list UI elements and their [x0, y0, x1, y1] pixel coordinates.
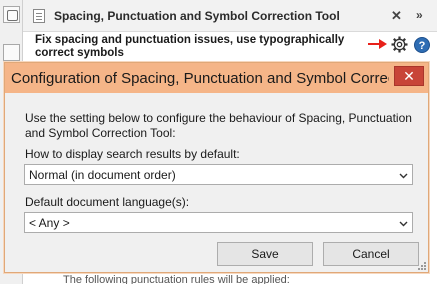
- chevron-down-icon: [399, 221, 408, 227]
- display-results-select[interactable]: Normal (in document order): [24, 164, 413, 185]
- panel-footer: The following punctuation rules will be …: [23, 272, 437, 284]
- document-language-label: Default document language(s):: [25, 195, 190, 209]
- dialog-description: Use the setting below to configure the b…: [25, 111, 412, 140]
- close-button[interactable]: ✕: [394, 66, 424, 86]
- panel-toggle-icon[interactable]: [3, 6, 20, 23]
- resize-grip-icon[interactable]: [418, 262, 426, 270]
- display-results-value: Normal (in document order): [29, 168, 176, 182]
- panel-title: Spacing, Punctuation and Symbol Correcti…: [54, 9, 340, 23]
- gear-icon[interactable]: [391, 36, 408, 53]
- document-language-value: < Any >: [29, 216, 70, 230]
- panel-header: Spacing, Punctuation and Symbol Correcti…: [23, 0, 437, 32]
- configuration-dialog: Configuration of Spacing, Punctuation an…: [4, 62, 429, 273]
- panel-close-icon[interactable]: ✕: [391, 8, 402, 24]
- document-icon: [33, 9, 45, 23]
- panel-more-icon[interactable]: »: [416, 8, 423, 22]
- dialog-title: Configuration of Spacing, Punctuation an…: [11, 70, 389, 87]
- display-results-label: How to display search results by default…: [25, 147, 240, 161]
- save-button[interactable]: Save: [217, 242, 313, 266]
- document-language-select[interactable]: < Any >: [24, 212, 413, 233]
- panel-footer-text: The following punctuation rules will be …: [63, 274, 290, 284]
- cancel-button[interactable]: Cancel: [323, 242, 419, 266]
- panel-toggle-icon[interactable]: [3, 44, 20, 61]
- chevron-down-icon: [399, 173, 408, 179]
- dialog-titlebar[interactable]: Configuration of Spacing, Punctuation an…: [5, 63, 428, 93]
- panel-subtitle: Fix spacing and punctuation issues, use …: [35, 34, 345, 59]
- red-arrow-icon: [368, 39, 387, 49]
- help-icon[interactable]: ?: [414, 37, 430, 53]
